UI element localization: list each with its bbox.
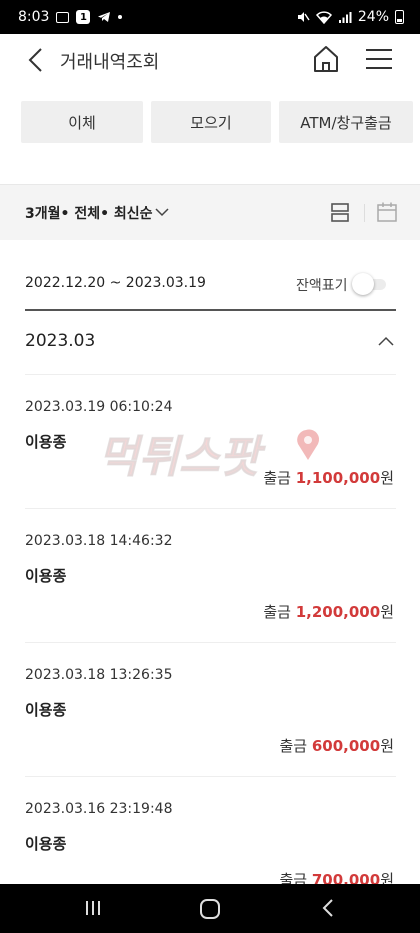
list-view-icon[interactable] (330, 201, 350, 223)
calendar-icon[interactable] (376, 201, 398, 223)
telegram-icon (98, 12, 111, 22)
system-nav-bar (0, 884, 420, 933)
battery-text: 24% (357, 9, 389, 25)
filter-summary[interactable]: 3개월• 전체• 최신순 (25, 203, 153, 223)
transaction-amount-line: 출금 600,000원 (279, 735, 394, 756)
currency-unit: 원 (380, 737, 394, 755)
divider (364, 204, 365, 222)
back-arrow-icon[interactable] (22, 46, 50, 74)
status-left: 8:03 1 (18, 9, 123, 25)
currency-unit: 원 (380, 469, 394, 487)
page-title: 거래내역조회 (60, 52, 160, 73)
status-bar: 8:03 1 24% (0, 0, 420, 34)
transaction-item[interactable]: 2023.03.19 06:10:24 이용종 출금 1,100,000원 (25, 375, 396, 509)
filter-bar: 3개월• 전체• 최신순 (0, 184, 420, 240)
transaction-datetime: 2023.03.18 13:26:35 (25, 667, 173, 683)
app-notification-icon: 1 (76, 10, 91, 24)
balance-toggle[interactable] (352, 273, 386, 295)
transaction-amount-line: 출금 1,200,000원 (263, 601, 394, 622)
transaction-amount: 1,100,000 (295, 469, 381, 487)
transaction-amount-line: 출금 1,100,000원 (263, 467, 394, 488)
home-button-icon[interactable] (198, 897, 222, 921)
signal-icon (338, 11, 352, 23)
app-header: 거래내역조회 (0, 34, 420, 86)
month-header: 2023.03 (25, 331, 96, 351)
transaction-datetime: 2023.03.19 06:10:24 (25, 399, 173, 415)
date-range: 2022.12.20 ~ 2023.03.19 (25, 275, 206, 291)
transaction-name: 이용종 (25, 835, 67, 853)
transaction-name: 이용종 (25, 701, 67, 719)
toggle-knob (352, 273, 374, 295)
hamburger-menu-icon[interactable] (364, 44, 394, 74)
status-right: 24% (296, 9, 404, 25)
atm-counter-withdrawal-button[interactable]: ATM/창구출금 (279, 101, 413, 143)
transaction-type: 출금 (263, 469, 291, 487)
chevron-up-icon[interactable] (378, 334, 394, 348)
transaction-datetime: 2023.03.18 14:46:32 (25, 533, 173, 549)
transaction-item[interactable]: 2023.03.18 14:46:32 이용종 출금 1,200,000원 (25, 509, 396, 643)
chevron-down-icon[interactable] (155, 205, 169, 219)
status-time: 8:03 (18, 9, 50, 25)
transaction-type: 출금 (263, 603, 291, 621)
divider (25, 309, 396, 311)
recent-apps-icon[interactable] (82, 898, 104, 918)
wifi-icon (315, 10, 332, 24)
transaction-name: 이용종 (25, 567, 67, 585)
transfer-button[interactable]: 이체 (21, 101, 143, 143)
transaction-datetime: 2023.03.16 23:19:48 (25, 801, 173, 817)
more-notifications-dot (118, 15, 123, 19)
category-buttons: 이체 모으기 ATM/창구출금 (21, 101, 413, 143)
home-icon[interactable] (311, 44, 341, 74)
transaction-item[interactable]: 2023.03.18 13:26:35 이용종 출금 600,000원 (25, 643, 396, 777)
gallery-notification-icon (56, 11, 70, 23)
transaction-amount: 1,200,000 (295, 603, 381, 621)
currency-unit: 원 (380, 603, 394, 621)
savings-button[interactable]: 모으기 (151, 101, 271, 143)
balance-toggle-label: 잔액표기 (296, 278, 348, 294)
back-button-icon[interactable] (318, 898, 338, 918)
transaction-type: 출금 (279, 737, 308, 755)
battery-icon (395, 10, 404, 24)
mute-icon (297, 12, 310, 22)
transaction-name: 이용종 (25, 433, 67, 451)
transaction-amount: 600,000 (311, 737, 381, 755)
